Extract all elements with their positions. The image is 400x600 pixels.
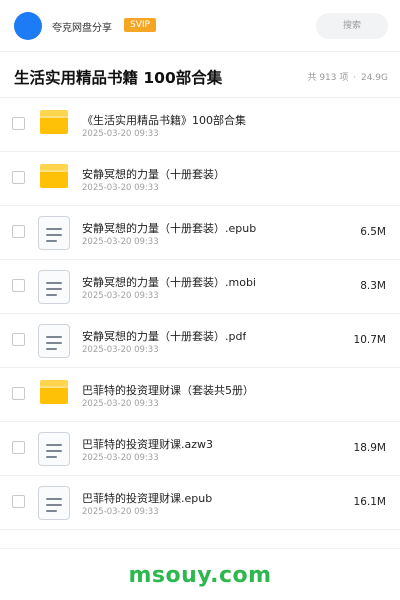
share-owner-name: 夸克网盘分享 [52, 23, 112, 34]
select-checkbox[interactable] [12, 333, 25, 346]
item-name: 安静冥想的力量（十册套装） [82, 168, 225, 181]
item-name: 巴菲特的投资理财课.epub [82, 492, 213, 505]
summary-separator: · [353, 73, 357, 83]
item-size: 10.7M [353, 334, 386, 346]
select-checkbox[interactable] [12, 387, 25, 400]
item-size: 8.3M [360, 280, 386, 292]
list-item[interactable]: 安静冥想的力量（十册套装）.epub 2025-03-20 09:33 6.5M [0, 206, 400, 260]
folder-summary: 共 913 项 · 24.9G [307, 70, 388, 83]
item-date: 2025-03-20 09:33 [82, 453, 159, 463]
list-item[interactable]: 巴菲特的投资理财课.epub 2025-03-20 09:33 16.1M [0, 476, 400, 530]
item-size: 16.1M [353, 496, 386, 508]
item-name: 巴菲特的投资理财课（套装共5册） [82, 384, 254, 397]
select-checkbox[interactable] [12, 225, 25, 238]
document-icon [37, 324, 71, 358]
item-name: 安静冥想的力量（十册套装）.epub [82, 222, 257, 235]
list-item[interactable]: 《生活实用精品书籍》100部合集 2025-03-20 09:33 [0, 98, 400, 152]
footer-watermark: msouy.com [0, 548, 400, 600]
document-icon [37, 216, 71, 250]
svip-badge: SVIP [124, 18, 156, 32]
item-name: 安静冥想的力量（十册套装）.mobi [82, 276, 256, 289]
top-bar: 夸克网盘分享 SVIP 搜索 [0, 0, 400, 52]
folder-icon [37, 162, 71, 196]
folder-header: 生活实用精品书籍 100部合集 共 913 项 · 24.9G [0, 52, 400, 98]
item-date: 2025-03-20 09:33 [82, 237, 159, 247]
item-size: 18.9M [353, 442, 386, 454]
select-checkbox[interactable] [12, 117, 25, 130]
item-name: 《生活实用精品书籍》100部合集 [82, 114, 246, 127]
item-name: 安静冥想的力量（十册套装）.pdf [82, 330, 247, 343]
folder-icon [37, 378, 71, 412]
file-list: 《生活实用精品书籍》100部合集 2025-03-20 09:33 安静冥想的力… [0, 98, 400, 530]
item-size: 6.5M [360, 226, 386, 238]
select-checkbox[interactable] [12, 171, 25, 184]
page-title: 生活实用精品书籍 100部合集 [14, 69, 223, 87]
folder-icon [37, 108, 71, 142]
list-item[interactable]: 巴菲特的投资理财课（套装共5册） 2025-03-20 09:33 [0, 368, 400, 422]
avatar[interactable] [14, 12, 42, 40]
list-item[interactable]: 巴菲特的投资理财课.azw3 2025-03-20 09:33 18.9M [0, 422, 400, 476]
item-date: 2025-03-20 09:33 [82, 507, 159, 517]
document-icon [37, 432, 71, 466]
item-date: 2025-03-20 09:33 [82, 399, 159, 409]
item-count: 共 913 项 [307, 73, 349, 83]
search-input[interactable]: 搜索 [316, 13, 388, 39]
total-size: 24.9G [360, 73, 388, 83]
list-item[interactable]: 安静冥想的力量（十册套装）.pdf 2025-03-20 09:33 10.7M [0, 314, 400, 368]
select-checkbox[interactable] [12, 441, 25, 454]
select-checkbox[interactable] [12, 495, 25, 508]
list-item[interactable]: 安静冥想的力量（十册套装）.mobi 2025-03-20 09:33 8.3M [0, 260, 400, 314]
item-name: 巴菲特的投资理财课.azw3 [82, 438, 214, 451]
list-item[interactable]: 安静冥想的力量（十册套装） 2025-03-20 09:33 [0, 152, 400, 206]
item-date: 2025-03-20 09:33 [82, 183, 159, 193]
select-checkbox[interactable] [12, 279, 25, 292]
document-icon [37, 486, 71, 520]
item-date: 2025-03-20 09:33 [82, 129, 159, 139]
item-date: 2025-03-20 09:33 [82, 345, 159, 355]
item-date: 2025-03-20 09:33 [82, 291, 159, 301]
document-icon [37, 270, 71, 304]
site-watermark: msouy.com [128, 563, 272, 588]
